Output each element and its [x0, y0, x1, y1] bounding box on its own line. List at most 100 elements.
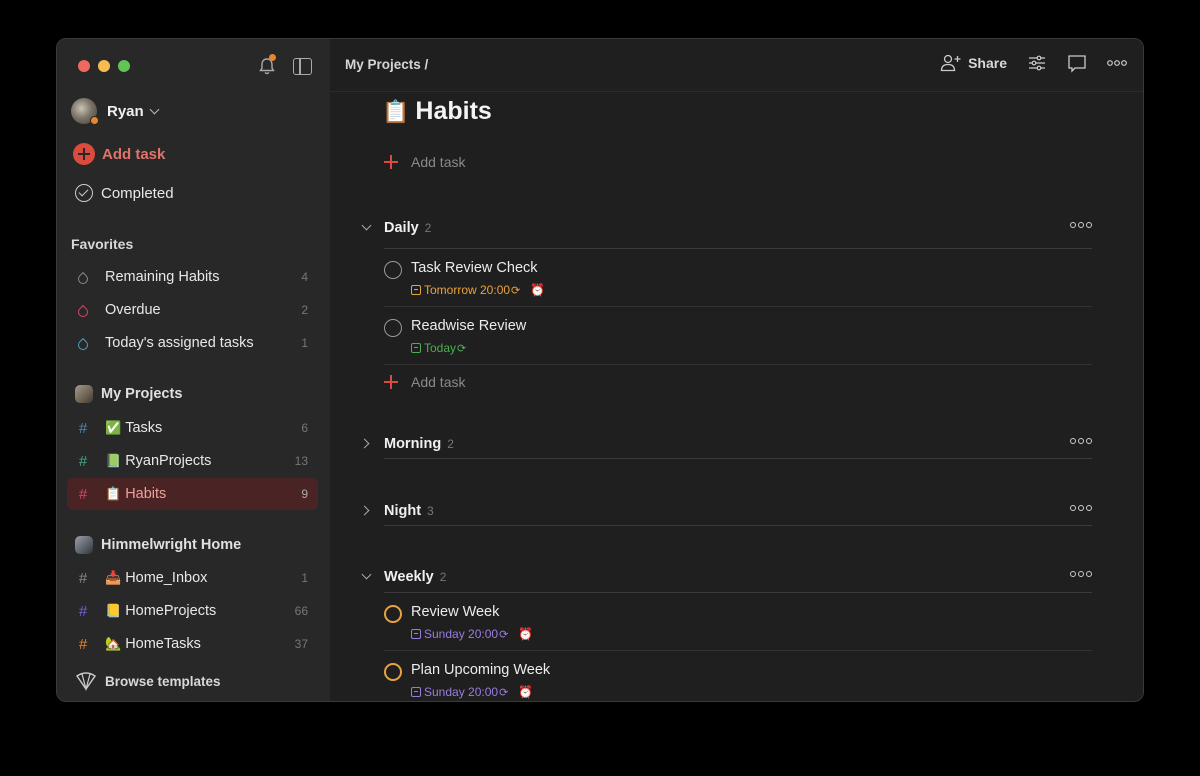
nav-label: HomeTasks	[125, 636, 201, 652]
divider	[384, 525, 1092, 526]
task-complete-checkbox[interactable]	[384, 319, 402, 337]
share-button[interactable]: Share	[940, 54, 1007, 72]
nav-count: 37	[294, 637, 308, 651]
calendar-icon	[411, 687, 421, 697]
workspace-avatar	[75, 536, 93, 554]
add-person-icon	[940, 54, 961, 72]
more-options-button[interactable]	[1107, 53, 1127, 73]
breadcrumb[interactable]: My Projects /	[345, 57, 428, 72]
nav-count: 6	[301, 421, 308, 435]
nav-count: 2	[301, 303, 308, 317]
avatar	[71, 98, 99, 125]
due-date: Tomorrow 20:00	[424, 283, 511, 297]
minimize-window-button[interactable]	[98, 60, 110, 72]
window-controls	[78, 60, 130, 72]
notification-badge	[269, 54, 276, 61]
task-row[interactable]: Readwise Review Today ⟳	[384, 307, 1092, 365]
section-night: Night 3	[358, 498, 1092, 526]
nav-label: Remaining Habits	[105, 269, 220, 285]
sidebar-item-homeprojects[interactable]: # 📒 HomeProjects 66	[67, 595, 318, 627]
task-complete-checkbox[interactable]	[384, 261, 402, 279]
task-row[interactable]: Review Week Sunday 20:00 ⟳ ⏰	[384, 593, 1092, 651]
project-emoji: 📋	[105, 486, 122, 501]
divider	[384, 458, 1092, 459]
nav-label: Home_Inbox	[125, 570, 208, 586]
favorites-heading: Favorites	[71, 236, 134, 252]
toggle-sidebar-icon[interactable]	[293, 58, 312, 75]
collapse-chevron-icon[interactable]	[358, 219, 376, 237]
sidebar-item-tasks[interactable]: # ✅ Tasks 6	[67, 412, 318, 444]
section-name: Morning	[384, 436, 442, 452]
task-row[interactable]: Plan Upcoming Week Sunday 20:00 ⟳ ⏰	[384, 651, 1092, 701]
expand-chevron-icon[interactable]	[358, 435, 376, 453]
calendar-icon	[411, 343, 421, 353]
page-title: 📋 Habits	[382, 97, 492, 126]
task-complete-checkbox[interactable]	[384, 663, 402, 681]
share-label: Share	[968, 55, 1007, 71]
alarm-clock-icon: ⏰	[518, 627, 534, 641]
close-window-button[interactable]	[78, 60, 90, 72]
sidebar: Ryan Add task Completed Favorites Remain…	[57, 39, 330, 701]
section-morning: Morning 2	[358, 431, 1092, 459]
expand-chevron-icon[interactable]	[358, 502, 376, 520]
workspace-my-projects[interactable]: My Projects	[75, 385, 182, 403]
recurring-icon: ⟳	[499, 628, 509, 641]
sliders-icon	[1029, 55, 1045, 71]
workspace-himmelwright-home[interactable]: Himmelwright Home	[75, 536, 241, 554]
sidebar-item-remaining-habits[interactable]: Remaining Habits 4	[67, 261, 318, 293]
task-due: Sunday 20:00 ⟳ ⏰	[411, 685, 533, 699]
calendar-icon	[411, 285, 421, 295]
project-emoji: 📋	[382, 98, 410, 124]
filter-drop-icon	[75, 271, 91, 286]
hash-icon: #	[78, 419, 88, 437]
section-more-button[interactable]	[1070, 571, 1092, 577]
hash-icon: #	[78, 569, 88, 587]
plus-icon	[384, 375, 398, 389]
add-circle-icon	[73, 143, 95, 165]
sidebar-item-hometasks[interactable]: # 🏡 HomeTasks 37	[67, 628, 318, 660]
sidebar-item-todays-assigned-tasks[interactable]: Today's assigned tasks 1	[67, 327, 318, 359]
hash-icon: #	[78, 485, 88, 503]
main-content: My Projects / Share 📋 Habits Add task Da…	[330, 39, 1143, 701]
user-menu[interactable]: Ryan	[71, 98, 160, 125]
task-complete-checkbox[interactable]	[384, 605, 402, 623]
sidebar-item-overdue[interactable]: Overdue 2	[67, 294, 318, 326]
browse-templates-button[interactable]: Browse templates	[75, 671, 221, 691]
section-name: Daily	[384, 220, 419, 236]
hash-icon: #	[78, 452, 88, 470]
recurring-icon: ⟳	[457, 342, 467, 355]
maximize-window-button[interactable]	[118, 60, 130, 72]
sidebar-add-task-button[interactable]: Add task	[73, 143, 165, 165]
section-count: 2	[447, 437, 454, 451]
sidebar-item-completed[interactable]: Completed	[75, 184, 174, 202]
section-weekly: Weekly 2 Review Week Sunday 20:00 ⟳ ⏰ Pl…	[358, 564, 1092, 699]
due-date: Today	[424, 341, 457, 355]
calendar-icon	[411, 629, 421, 639]
section-count: 2	[424, 221, 432, 235]
comments-button[interactable]	[1067, 53, 1087, 73]
section-add-task-button[interactable]: Add task	[384, 374, 465, 390]
nav-label: Overdue	[105, 302, 161, 318]
section-name: Weekly	[384, 569, 434, 585]
add-task-label: Add task	[411, 154, 466, 170]
plus-icon	[384, 155, 398, 169]
filter-drop-icon	[75, 304, 91, 319]
section-more-button[interactable]	[1070, 438, 1092, 444]
nav-count: 9	[301, 487, 308, 501]
recurring-icon: ⟳	[511, 284, 521, 297]
project-emoji: 🏡	[105, 636, 122, 651]
section-more-button[interactable]	[1070, 222, 1092, 228]
sidebar-item-home-inbox[interactable]: # 📥 Home_Inbox 1	[67, 562, 318, 594]
add-task-button[interactable]: Add task	[384, 154, 465, 170]
task-row[interactable]: Task Review Check Tomorrow 20:00 ⟳ ⏰	[384, 249, 1092, 307]
view-options-button[interactable]	[1027, 53, 1047, 73]
workspace-title: My Projects	[101, 386, 183, 402]
nav-count: 13	[294, 454, 308, 468]
sidebar-item-habits[interactable]: # 📋 Habits 9	[67, 478, 318, 510]
collapse-chevron-icon[interactable]	[358, 568, 376, 586]
hash-icon: #	[78, 635, 88, 653]
status-dot	[90, 116, 99, 125]
section-more-button[interactable]	[1070, 505, 1092, 511]
sidebar-item-ryanprojects[interactable]: # 📗 RyanProjects 13	[67, 445, 318, 477]
project-emoji: 📗	[105, 453, 122, 468]
